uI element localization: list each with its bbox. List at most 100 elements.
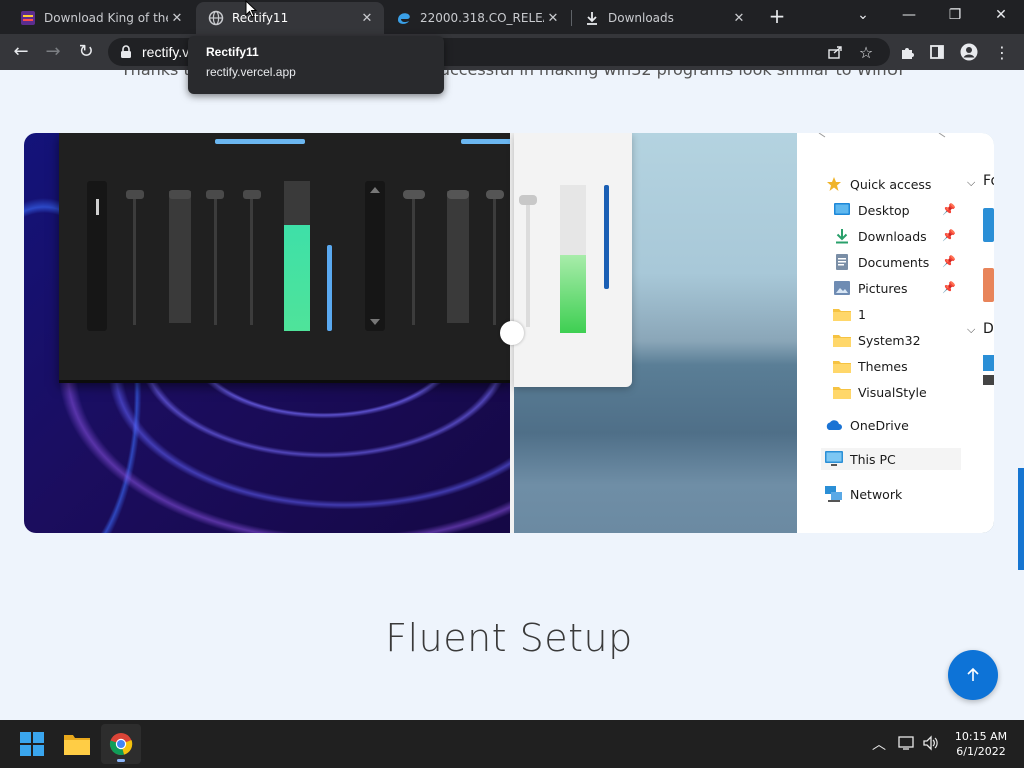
new-tab-icon[interactable]: + xyxy=(764,5,790,29)
volume-icon[interactable] xyxy=(922,735,940,755)
share-icon[interactable] xyxy=(824,41,846,63)
file-explorer-icon[interactable] xyxy=(57,724,97,764)
extensions-icon[interactable] xyxy=(896,41,918,63)
scrollbar-thumb[interactable] xyxy=(1018,468,1024,570)
folder-icon xyxy=(833,358,851,374)
nav-label: Quick access xyxy=(850,176,932,192)
pin-icon[interactable]: 📌 xyxy=(942,203,956,216)
file-explorer-nav-pane: Quick access Desktop Downloads Documents… xyxy=(797,133,994,533)
system-clock[interactable]: 10:15 AM 6/1/2022 xyxy=(946,729,1016,759)
kof-icon xyxy=(20,10,36,26)
network-status-icon[interactable] xyxy=(898,735,916,755)
before-after-comparison[interactable]: Quick access Desktop Downloads Documents… xyxy=(24,133,994,533)
tab-title: Downloads xyxy=(608,11,674,25)
pictures-icon xyxy=(833,280,851,296)
nav-label: OneDrive xyxy=(850,417,909,433)
tab-search-icon[interactable]: ⌄ xyxy=(840,0,886,32)
nav-label: Pictures xyxy=(858,280,908,296)
nav-label: Downloads xyxy=(858,228,927,244)
chevron-down-icon[interactable]: ⌵ xyxy=(967,176,975,190)
chrome-icon[interactable] xyxy=(101,724,141,764)
nav-item-system32[interactable]: System32 xyxy=(833,329,921,351)
documents-icon xyxy=(833,254,851,270)
mouse-cursor-icon xyxy=(245,0,257,18)
nav-this-pc[interactable]: This PC xyxy=(821,448,961,470)
minimize-icon[interactable]: — xyxy=(886,0,932,32)
nav-item-folder-1[interactable]: 1 xyxy=(833,303,866,325)
start-icon[interactable] xyxy=(12,724,52,764)
drive-icon xyxy=(983,375,994,385)
globe-icon xyxy=(208,10,224,26)
pin-icon[interactable]: 📌 xyxy=(942,281,956,294)
forward-icon[interactable]: → xyxy=(40,40,66,64)
windows-tile-icon xyxy=(983,355,994,371)
close-tab-icon[interactable]: ✕ xyxy=(730,11,748,26)
nav-label: Themes xyxy=(858,358,908,374)
nav-network[interactable]: Network xyxy=(825,483,902,505)
page-viewport[interactable]: Thanks to Rectify11's efforts, we were s… xyxy=(0,70,1024,720)
back-to-top-button[interactable] xyxy=(948,650,998,700)
close-window-icon[interactable]: ✕ xyxy=(978,0,1024,32)
folder-icon xyxy=(833,332,851,348)
nav-onedrive[interactable]: OneDrive xyxy=(825,414,909,436)
tab-rectify11[interactable]: Rectify11 ✕ xyxy=(196,2,384,34)
chevron-up-icon[interactable]: ︿ xyxy=(872,734,886,754)
nav-item-visualstyle[interactable]: VisualStyle xyxy=(833,381,927,403)
desktop-icon xyxy=(833,202,851,218)
nav-item-pictures[interactable]: Pictures xyxy=(833,277,908,299)
nav-label: VisualStyle xyxy=(858,384,927,400)
nav-item-documents[interactable]: Documents xyxy=(833,251,929,273)
profile-avatar-icon[interactable] xyxy=(958,41,980,63)
menu-kebab-icon[interactable]: ⋮ xyxy=(991,41,1013,63)
nav-label: Network xyxy=(850,486,903,502)
windows-taskbar: ︿ 10:15 AM 6/1/2022 xyxy=(0,720,1024,768)
download-icon xyxy=(584,10,600,26)
nav-label: System32 xyxy=(858,332,921,348)
onedrive-cloud-icon xyxy=(825,417,843,433)
close-tab-icon[interactable]: ✕ xyxy=(544,11,562,26)
side-panel-icon[interactable] xyxy=(926,41,948,63)
nav-item-themes[interactable]: Themes xyxy=(833,355,908,377)
folder-icon xyxy=(833,306,851,322)
clock-date: 6/1/2022 xyxy=(956,745,1006,758)
close-tab-icon[interactable]: ✕ xyxy=(168,11,186,26)
tab-download-kof[interactable]: Download King of the Fighters ✕ xyxy=(8,2,194,34)
light-volume-mixer-image xyxy=(514,133,632,387)
nav-label: Desktop xyxy=(858,202,910,218)
pin-icon[interactable]: 📌 xyxy=(942,255,956,268)
tab-downloads[interactable]: Downloads ✕ xyxy=(572,2,756,34)
download-icon xyxy=(833,228,851,244)
lock-icon[interactable] xyxy=(120,44,132,63)
folder-thumbnail-icon xyxy=(983,268,994,302)
nav-item-desktop[interactable]: Desktop xyxy=(833,199,910,221)
clock-time: 10:15 AM xyxy=(954,730,1008,743)
this-pc-icon xyxy=(825,451,843,467)
tab-22000-release[interactable]: 22000.318.CO_RELEASE ✕ xyxy=(384,2,570,34)
folder-icon xyxy=(833,384,851,400)
browser-toolbar: ← → ↻ rectify.vercel.app ☆ ⋮ xyxy=(0,34,1024,70)
comparison-slider-handle[interactable] xyxy=(500,321,524,345)
star-icon xyxy=(825,176,843,192)
tab-title: 22000.318.CO_RELEASE xyxy=(420,11,544,25)
close-tab-icon[interactable]: ✕ xyxy=(358,11,376,26)
restore-icon[interactable]: ❐ xyxy=(932,0,978,32)
nav-quick-access[interactable]: Quick access xyxy=(825,173,931,195)
tab-strip: Download King of the Fighters ✕ Rectify1… xyxy=(0,0,1024,34)
tab-title: Download King of the Fighters xyxy=(44,11,168,25)
edge-dev-icon xyxy=(396,10,412,26)
dark-theme-preview xyxy=(24,133,521,533)
network-icon xyxy=(825,486,843,502)
side-label-d: D xyxy=(983,321,994,337)
section-title: Fluent Setup xyxy=(385,616,633,660)
nav-label: Documents xyxy=(858,254,930,270)
pin-icon[interactable]: 📌 xyxy=(942,229,956,242)
tooltip-title: Rectify11 xyxy=(206,45,259,59)
nav-label: This PC xyxy=(850,451,896,467)
bookmark-star-icon[interactable]: ☆ xyxy=(855,41,877,63)
chevron-down-icon[interactable]: ⌵ xyxy=(967,323,975,337)
dark-volume-mixer-image xyxy=(59,133,521,383)
nav-item-downloads[interactable]: Downloads xyxy=(833,225,927,247)
back-icon[interactable]: ← xyxy=(8,40,34,64)
reload-icon[interactable]: ↻ xyxy=(73,40,99,64)
intro-text: Thanks to Rectify11's efforts, we were s… xyxy=(0,70,1024,79)
